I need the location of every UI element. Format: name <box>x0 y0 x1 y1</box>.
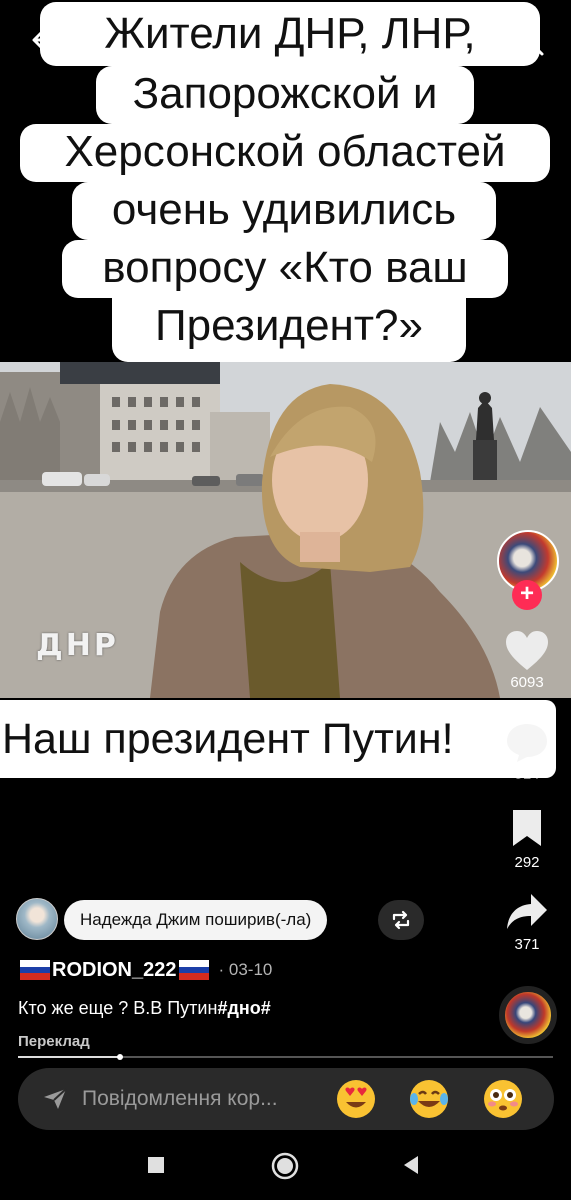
top-caption: Жители ДНР, ЛНР, Запорожской и Херсонско… <box>0 0 571 362</box>
description-text: Кто же еще ? В.В Путин <box>18 998 218 1018</box>
share-count: 371 <box>514 936 540 953</box>
back-icon[interactable] <box>402 1155 420 1175</box>
video-progress-bar[interactable] <box>18 1054 553 1060</box>
recents-icon[interactable] <box>147 1156 165 1174</box>
video-progress-fill <box>18 1056 120 1058</box>
post-date: · 03-10 <box>218 960 273 979</box>
back-arrow-icon[interactable] <box>26 22 62 58</box>
caption-line-2: Запорожской и <box>96 66 474 124</box>
comment-count: 914 <box>514 766 540 783</box>
comment-input-bar[interactable]: Повідомлення кор... <box>18 1068 554 1130</box>
system-navigation-bar <box>0 1136 571 1200</box>
heart-icon <box>506 631 548 670</box>
caption-line-6: Президент?» <box>112 298 466 362</box>
send-icon <box>44 1088 67 1109</box>
video-progress-knob[interactable] <box>116 1054 123 1060</box>
bookmark-icon <box>513 810 541 846</box>
like-button[interactable]: 6093 <box>497 630 557 691</box>
video-subtitle: Наш президент Путин! <box>0 700 556 778</box>
bookmark-count: 292 <box>514 854 540 871</box>
post-description: Кто же еще ? В.В Путин#дно# <box>18 998 271 1019</box>
translate-link[interactable]: Переклад <box>18 1033 90 1050</box>
heart-eyes-emoji[interactable] <box>336 1079 376 1119</box>
music-disc[interactable] <box>499 986 557 1044</box>
flushed-emoji[interactable] <box>483 1079 523 1119</box>
home-icon[interactable] <box>271 1152 299 1180</box>
comment-button[interactable]: 914 <box>497 722 557 783</box>
author-row[interactable]: RODION_222 · 03-10 <box>18 957 272 983</box>
repost-icon <box>392 910 410 930</box>
repost-label[interactable]: Надежда Джим поширив(-ла) <box>64 900 328 940</box>
search-icon[interactable] <box>510 22 546 58</box>
caption-line-3: Херсонской областей <box>20 124 550 182</box>
caption-line-5: вопросу «Кто ваш <box>62 240 508 298</box>
russia-flag-icon <box>20 960 50 981</box>
follow-plus-icon[interactable]: + <box>512 580 542 610</box>
comment-icon <box>507 724 547 762</box>
russia-flag-icon <box>178 960 209 981</box>
hashtag-link[interactable]: #дно# <box>217 998 270 1018</box>
reposter-avatar[interactable] <box>16 898 58 940</box>
like-count: 6093 <box>510 674 544 691</box>
author-name[interactable]: RODION_222 <box>52 959 177 982</box>
caption-line-4: очень удивились <box>72 182 496 240</box>
video-watermark: ДНР <box>36 628 119 663</box>
repost-button[interactable] <box>378 900 424 940</box>
share-button[interactable]: 371 <box>497 892 557 953</box>
caption-line-1: Жители ДНР, ЛНР, <box>40 2 540 66</box>
share-icon <box>507 894 547 929</box>
tears-of-joy-emoji[interactable] <box>409 1079 449 1119</box>
bookmark-button[interactable]: 292 <box>497 808 557 871</box>
comment-placeholder[interactable]: Повідомлення кор... <box>82 1068 278 1130</box>
